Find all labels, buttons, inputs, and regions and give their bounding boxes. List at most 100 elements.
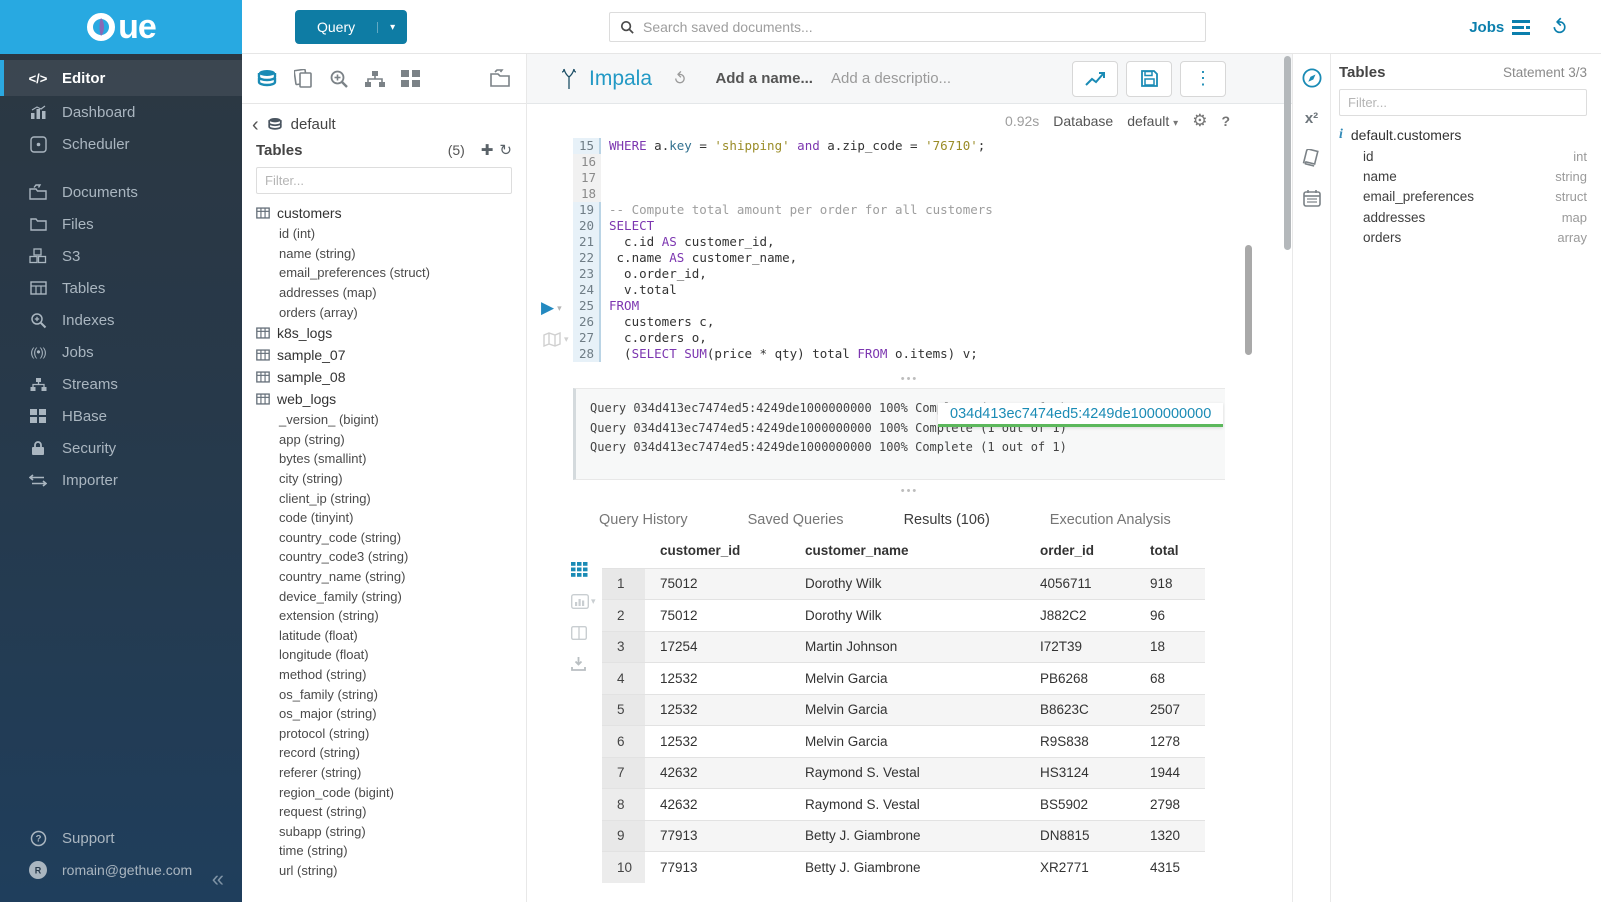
table-row[interactable]: 175012Dorothy Wilk4056711918 <box>602 568 1205 600</box>
grid-view-icon[interactable] <box>571 562 588 577</box>
editor-assist-icon[interactable] <box>1302 68 1322 88</box>
column-header[interactable]: customer_id <box>645 540 790 568</box>
code-line[interactable]: SELECT <box>601 218 654 234</box>
tree-field[interactable]: time (string) <box>256 841 526 861</box>
refresh-tables-icon[interactable]: ↻ <box>499 141 512 159</box>
database-header[interactable]: ‹ default <box>242 104 526 135</box>
back-chevron-icon[interactable]: ‹ <box>252 119 259 131</box>
tree-field[interactable]: id (int) <box>256 224 526 244</box>
tree-field[interactable]: client_ip (string) <box>256 488 526 508</box>
query-history-icon[interactable]: ↺ <box>1546 12 1576 42</box>
tree-field[interactable]: orders (array) <box>256 302 526 322</box>
column-header[interactable]: total <box>1135 540 1205 568</box>
save-button[interactable] <box>1126 61 1172 97</box>
sidebar-item-files[interactable]: Files <box>0 208 242 240</box>
code-line[interactable]: customers c, <box>601 314 714 330</box>
code-line[interactable] <box>601 186 609 202</box>
results-table-container[interactable]: customer_idcustomer_nameorder_idtotal 17… <box>602 540 1205 902</box>
chart-button[interactable] <box>1072 61 1118 97</box>
tree-field[interactable]: code (tinyint) <box>256 508 526 528</box>
table-row[interactable]: 275012Dorothy WilkJ882C296 <box>602 600 1205 632</box>
table-row[interactable]: 977913Betty J. GiambroneDN88151320 <box>602 820 1205 852</box>
tree-field[interactable]: country_name (string) <box>256 567 526 587</box>
tree-field[interactable]: method (string) <box>256 665 526 685</box>
table-row[interactable]: 742632Raymond S. VestalHS31241944 <box>602 757 1205 789</box>
sidebar-item-dashboard[interactable]: Dashboard <box>0 96 242 128</box>
tree-field[interactable]: extension (string) <box>256 606 526 626</box>
sidebar-item-support[interactable]: ? Support <box>0 822 242 854</box>
help-icon[interactable]: ? <box>1221 113 1230 129</box>
assist-table-item[interactable]: i default.customers <box>1339 124 1587 146</box>
table-row[interactable]: 412532Melvin GarciaPB626868 <box>602 663 1205 695</box>
tab-saved-queries[interactable]: Saved Queries <box>722 502 870 542</box>
table-row[interactable]: 512532Melvin GarciaB8623C2507 <box>602 694 1205 726</box>
chart-view-caret[interactable]: ▾ <box>591 596 596 607</box>
sidebar-item-scheduler[interactable]: Scheduler <box>0 128 242 160</box>
tree-field[interactable]: os_major (string) <box>256 704 526 724</box>
code-line[interactable]: WHERE a.key = 'shipping' and a.zip_code … <box>601 138 985 154</box>
column-header[interactable]: customer_name <box>790 540 1025 568</box>
sidebar-item-streams[interactable]: Streams <box>0 368 242 400</box>
jobs-link[interactable]: Jobs <box>1469 19 1530 36</box>
code-line[interactable] <box>601 154 609 170</box>
tree-field[interactable]: country_code3 (string) <box>256 547 526 567</box>
more-options-button[interactable]: ⋮ <box>1180 61 1226 97</box>
code-line[interactable]: -- Compute total amount per order for al… <box>601 202 993 218</box>
minimap-button[interactable]: ▾ <box>543 332 569 347</box>
sidebar-item-documents[interactable]: Documents <box>0 176 242 208</box>
language-reference-icon[interactable] <box>1302 149 1321 167</box>
tree-field[interactable]: os_family (string) <box>256 684 526 704</box>
chart-view-icon[interactable]: ▾ <box>571 594 596 609</box>
code-line[interactable]: c.name AS customer_name, <box>601 250 797 266</box>
tree-field[interactable]: longitude (float) <box>256 645 526 665</box>
assist-filter-input[interactable] <box>1339 89 1587 116</box>
tree-field[interactable]: addresses (map) <box>256 283 526 303</box>
editor-scrollbar[interactable] <box>1245 245 1252 355</box>
tab-results-106-[interactable]: Results (106) <box>878 502 1016 542</box>
add-table-icon[interactable]: ✚ <box>481 141 494 159</box>
tree-table-web_logs[interactable]: web_logs <box>256 388 526 410</box>
tree-table-k8s_logs[interactable]: k8s_logs <box>256 322 526 344</box>
apps-grid-icon[interactable] <box>401 70 420 87</box>
functions-icon[interactable]: x² <box>1305 110 1318 127</box>
table-row[interactable]: 1077913Betty J. GiambroneXR27714315 <box>602 852 1205 884</box>
database-selector[interactable]: default ▾ <box>1127 113 1178 129</box>
tree-field[interactable]: url (string) <box>256 861 526 880</box>
run-query-button[interactable]: ▶ ▾ <box>541 298 562 318</box>
sidebar-item-editor[interactable]: </>Editor <box>0 60 242 96</box>
query-description-field[interactable]: Add a descriptio... <box>831 70 951 87</box>
run-options-caret[interactable]: ▾ <box>557 303 562 314</box>
tree-field[interactable]: subapp (string) <box>256 821 526 841</box>
tree-field[interactable]: device_family (string) <box>256 586 526 606</box>
tree-field[interactable]: app (string) <box>256 430 526 450</box>
tree-field[interactable]: request (string) <box>256 802 526 822</box>
tree-field[interactable]: email_preferences (struct) <box>256 263 526 283</box>
page-scrollbar[interactable] <box>1284 56 1291 250</box>
assist-field-id[interactable]: idint <box>1339 146 1587 166</box>
tab-execution-analysis[interactable]: Execution Analysis <box>1024 502 1197 542</box>
resize-handle-top[interactable]: ••• <box>527 376 1292 386</box>
code-line[interactable]: (SELECT SUM(price * qty) total FROM o.it… <box>601 346 978 362</box>
resize-handle-bottom[interactable]: ••• <box>527 488 1292 498</box>
columns-view-icon[interactable] <box>571 626 587 640</box>
table-row[interactable]: 612532Melvin GarciaR9S8381278 <box>602 726 1205 758</box>
assist-field-name[interactable]: namestring <box>1339 166 1587 186</box>
assist-field-orders[interactable]: ordersarray <box>1339 227 1587 247</box>
tree-table-customers[interactable]: customers <box>256 202 526 224</box>
code-line[interactable]: FROM <box>601 298 639 314</box>
tree-table-sample_07[interactable]: sample_07 <box>256 344 526 366</box>
hue-logo[interactable]: ue <box>0 0 242 54</box>
editor-history-icon[interactable]: ↺ <box>669 67 693 91</box>
code-line[interactable]: v.total <box>601 282 677 298</box>
download-icon[interactable] <box>571 657 586 671</box>
sidebar-item-tables[interactable]: Tables <box>0 272 242 304</box>
documents-copy-icon[interactable] <box>294 69 313 89</box>
tree-field[interactable]: bytes (smallint) <box>256 449 526 469</box>
sidebar-item-importer[interactable]: Importer <box>0 464 242 496</box>
sidebar-item-user[interactable]: R romain@gethue.com <box>0 854 242 886</box>
table-row[interactable]: 842632Raymond S. VestalBS59022798 <box>602 789 1205 821</box>
tree-field[interactable]: referer (string) <box>256 763 526 783</box>
databases-icon[interactable] <box>256 69 278 89</box>
settings-gear-icon[interactable]: ⚙ <box>1192 111 1207 131</box>
info-icon[interactable]: i <box>1339 127 1343 143</box>
